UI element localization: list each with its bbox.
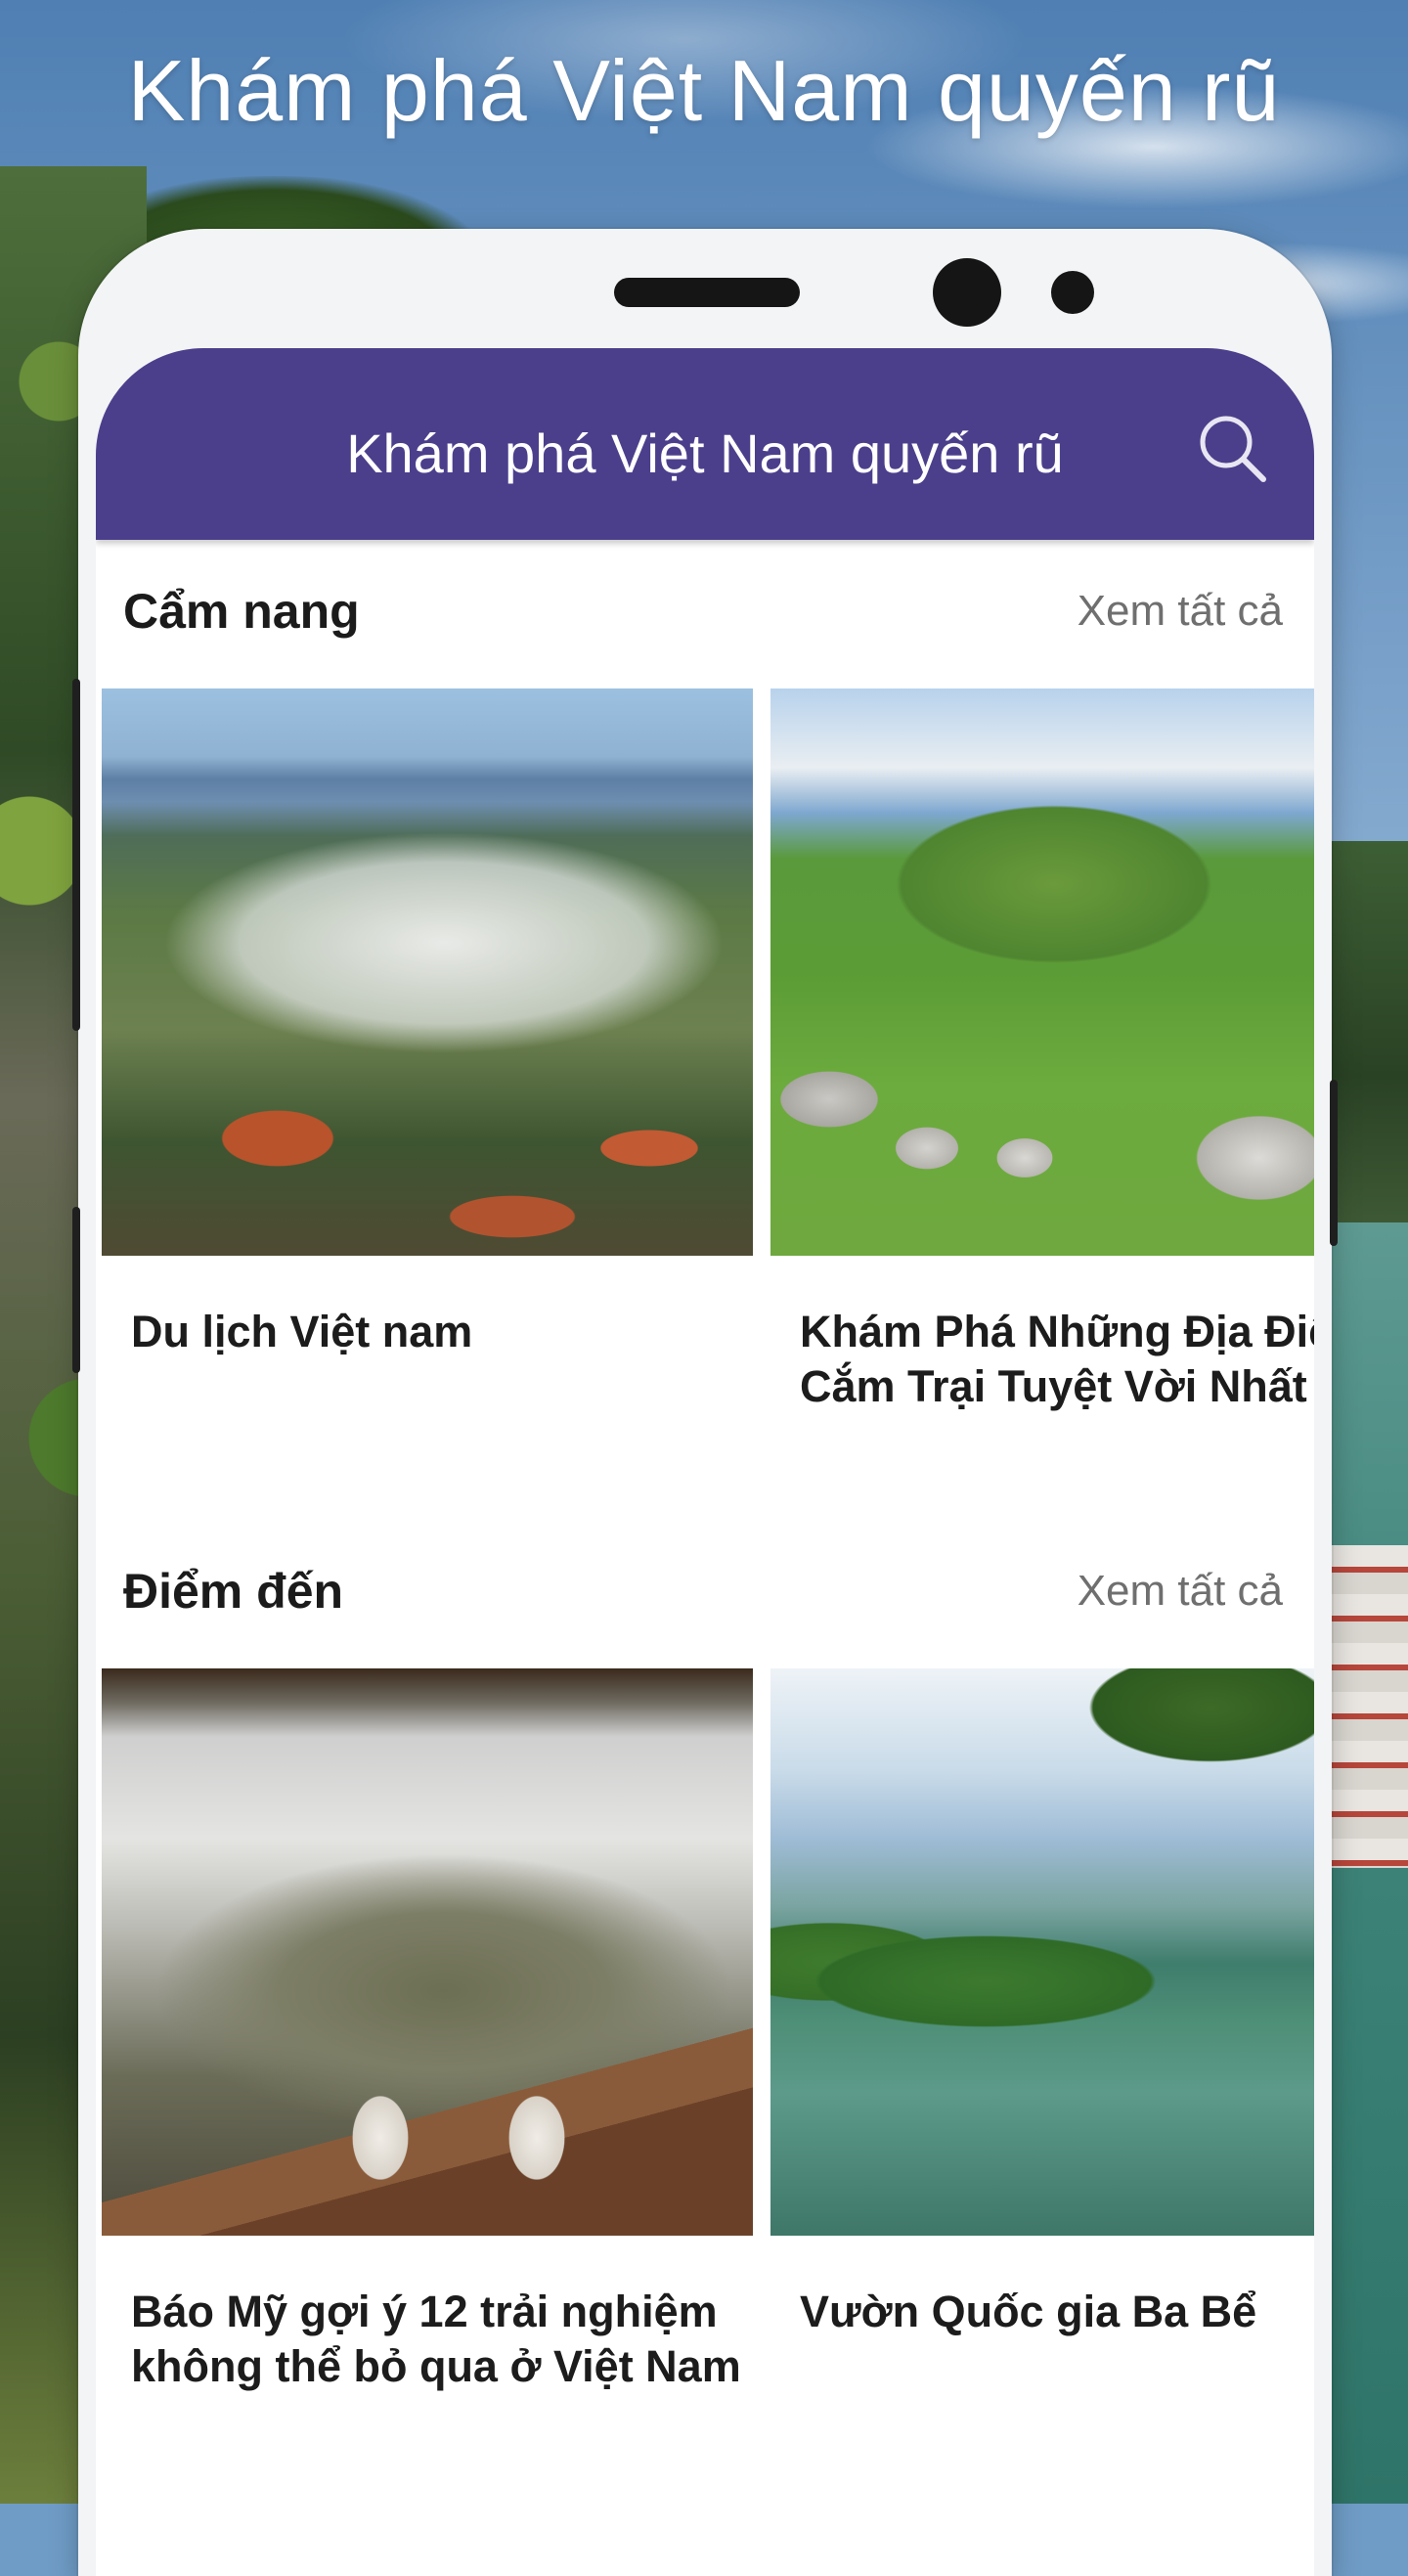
cruise-boat — [1320, 1545, 1408, 1868]
app-title: Khám phá Việt Nam quyến rũ — [346, 422, 1064, 484]
card-title: Báo Mỹ gợi ý 12 trải nghiệm không thể bỏ… — [131, 2287, 741, 2391]
phone-frame: Khám phá Việt Nam quyến rũ Cẩm nang Xem … — [72, 229, 1338, 2576]
search-button[interactable] — [1191, 407, 1279, 495]
search-icon — [1200, 416, 1266, 482]
section-title: Điểm đến — [123, 1564, 344, 1619]
section-header: Điểm đến Xem tất cả — [96, 1520, 1314, 1657]
card-title: Du lịch Việt nam — [131, 1307, 473, 1356]
phone-speaker — [614, 278, 800, 307]
card-image — [102, 688, 753, 1256]
power-button — [1330, 1080, 1338, 1246]
app-screen: Khám phá Việt Nam quyến rũ Cẩm nang Xem … — [96, 348, 1314, 2576]
side-button — [72, 1207, 80, 1373]
view-all-link[interactable]: Xem tất cả — [1078, 1567, 1283, 1616]
card-image — [102, 1668, 753, 2236]
guide-card[interactable]: Khám Phá Những Địa Điểm Cắm Trại Tuyệt V… — [770, 688, 1314, 1471]
front-camera — [933, 258, 1001, 327]
section-header: Cẩm nang Xem tất cả — [96, 540, 1314, 677]
section-title: Cẩm nang — [123, 584, 360, 639]
card-image — [770, 1668, 1314, 2236]
card-title: Khám Phá Những Địa Điểm Cắm Trại Tuyệt V… — [800, 1307, 1314, 1411]
destination-card[interactable]: Vườn Quốc gia Ba Bể — [770, 1668, 1314, 2451]
card-image — [770, 688, 1314, 1256]
app-bar: Khám phá Việt Nam quyến rũ — [96, 348, 1314, 540]
view-all-link[interactable]: Xem tất cả — [1078, 587, 1283, 636]
promo-headline: Khám phá Việt Nam quyến rũ — [127, 42, 1281, 139]
card-title: Vườn Quốc gia Ba Bể — [800, 2287, 1257, 2336]
volume-button — [72, 679, 80, 1031]
proximity-sensor — [1051, 271, 1094, 314]
